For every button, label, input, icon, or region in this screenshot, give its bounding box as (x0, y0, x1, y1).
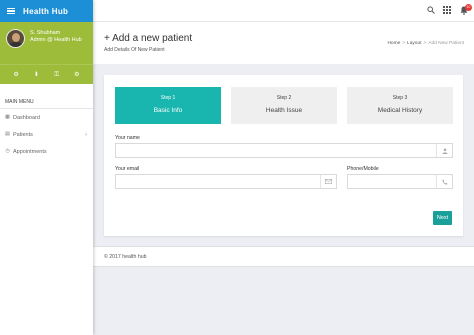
step-number: Step 2 (276, 95, 292, 101)
sidebar-item-appointments[interactable]: ◷ Appointments (0, 143, 93, 160)
gear-icon[interactable]: ⚙ (74, 72, 80, 78)
sidebar-item-patients[interactable]: ▤ Patients › (0, 126, 93, 143)
user-panel: S. Shubham Admin @ Health Hub (0, 22, 93, 64)
key-icon[interactable]: ⚿ (54, 72, 60, 78)
page-title: + Add a new patient (104, 33, 193, 44)
email-label: Your email (115, 166, 140, 172)
brand-title: Health Hub (23, 6, 69, 16)
footer-copyright: © 2017 health hub (104, 254, 147, 260)
name-label: Your name (115, 135, 140, 141)
step-health-issue[interactable]: Step 2 Health Issue (231, 87, 337, 124)
notification-badge: 10 (465, 4, 472, 11)
search-icon[interactable] (426, 6, 436, 16)
name-field[interactable] (115, 143, 453, 158)
step-number: Step 1 (160, 95, 176, 101)
user-role: Admin @ Health Hub (30, 37, 82, 43)
sidebar-item-label: Patients (13, 131, 33, 138)
sidebar-item-label: Dashboard (13, 114, 40, 121)
download-icon[interactable]: ⬇ (33, 72, 39, 78)
chevron-right-icon: › (85, 131, 87, 138)
phone-label: Phone/Mobile (347, 166, 379, 172)
patient-wizard-card: Step 1 Basic Info Step 2 Health Issue St… (104, 75, 463, 236)
breadcrumb-separator: > (402, 41, 406, 46)
menu-header: MAIN MENU (0, 84, 93, 109)
breadcrumb: Home > Layout > Add New Patient (387, 41, 464, 46)
breadcrumb-layout[interactable]: Layout (407, 41, 421, 46)
dashboard-icon: ▦ (5, 114, 10, 120)
phone-field[interactable] (347, 174, 453, 189)
breadcrumb-separator: > (423, 41, 427, 46)
next-button[interactable]: Next (433, 211, 452, 225)
step-name: Health Issue (265, 107, 303, 114)
apps-grid-icon[interactable] (442, 6, 452, 16)
notification-bell-icon[interactable]: 10 (459, 4, 472, 16)
sidebar-item-label: Appointments (13, 148, 47, 155)
step-name: Basic Info (153, 107, 183, 114)
email-field[interactable] (115, 174, 337, 189)
avatar[interactable] (6, 29, 25, 48)
top-bar: 10 (93, 0, 474, 22)
sidebar-item-dashboard[interactable]: ▦ Dashboard (0, 109, 93, 126)
patients-icon: ▤ (5, 131, 10, 137)
sidebar: Health Hub S. Shubham Admin @ Health Hub… (0, 0, 93, 335)
step-medical-history[interactable]: Step 3 Medical History (347, 87, 453, 124)
hamburger-menu-icon[interactable] (7, 8, 15, 14)
step-basic-info[interactable]: Step 1 Basic Info (115, 87, 221, 124)
breadcrumb-home[interactable]: Home (387, 41, 400, 46)
settings-icon[interactable]: ⚙ (13, 72, 19, 78)
phone-icon (436, 175, 452, 188)
footer: © 2017 health hub (93, 246, 474, 267)
brand-bar: Health Hub (0, 0, 93, 22)
clock-icon: ◷ (5, 148, 10, 154)
envelope-icon (320, 175, 336, 188)
user-action-bar: ⚙ ⬇ ⚿ ⚙ (0, 64, 93, 84)
step-number: Step 3 (392, 95, 408, 101)
page-subtitle: Add Details Of New Patient (104, 47, 165, 53)
page-header: + Add a new patient Add Details Of New P… (93, 22, 474, 64)
user-icon (436, 144, 452, 157)
user-name: S. Shubham (30, 30, 61, 36)
breadcrumb-current: Add New Patient (428, 41, 464, 46)
step-name: Medical History (377, 107, 423, 114)
